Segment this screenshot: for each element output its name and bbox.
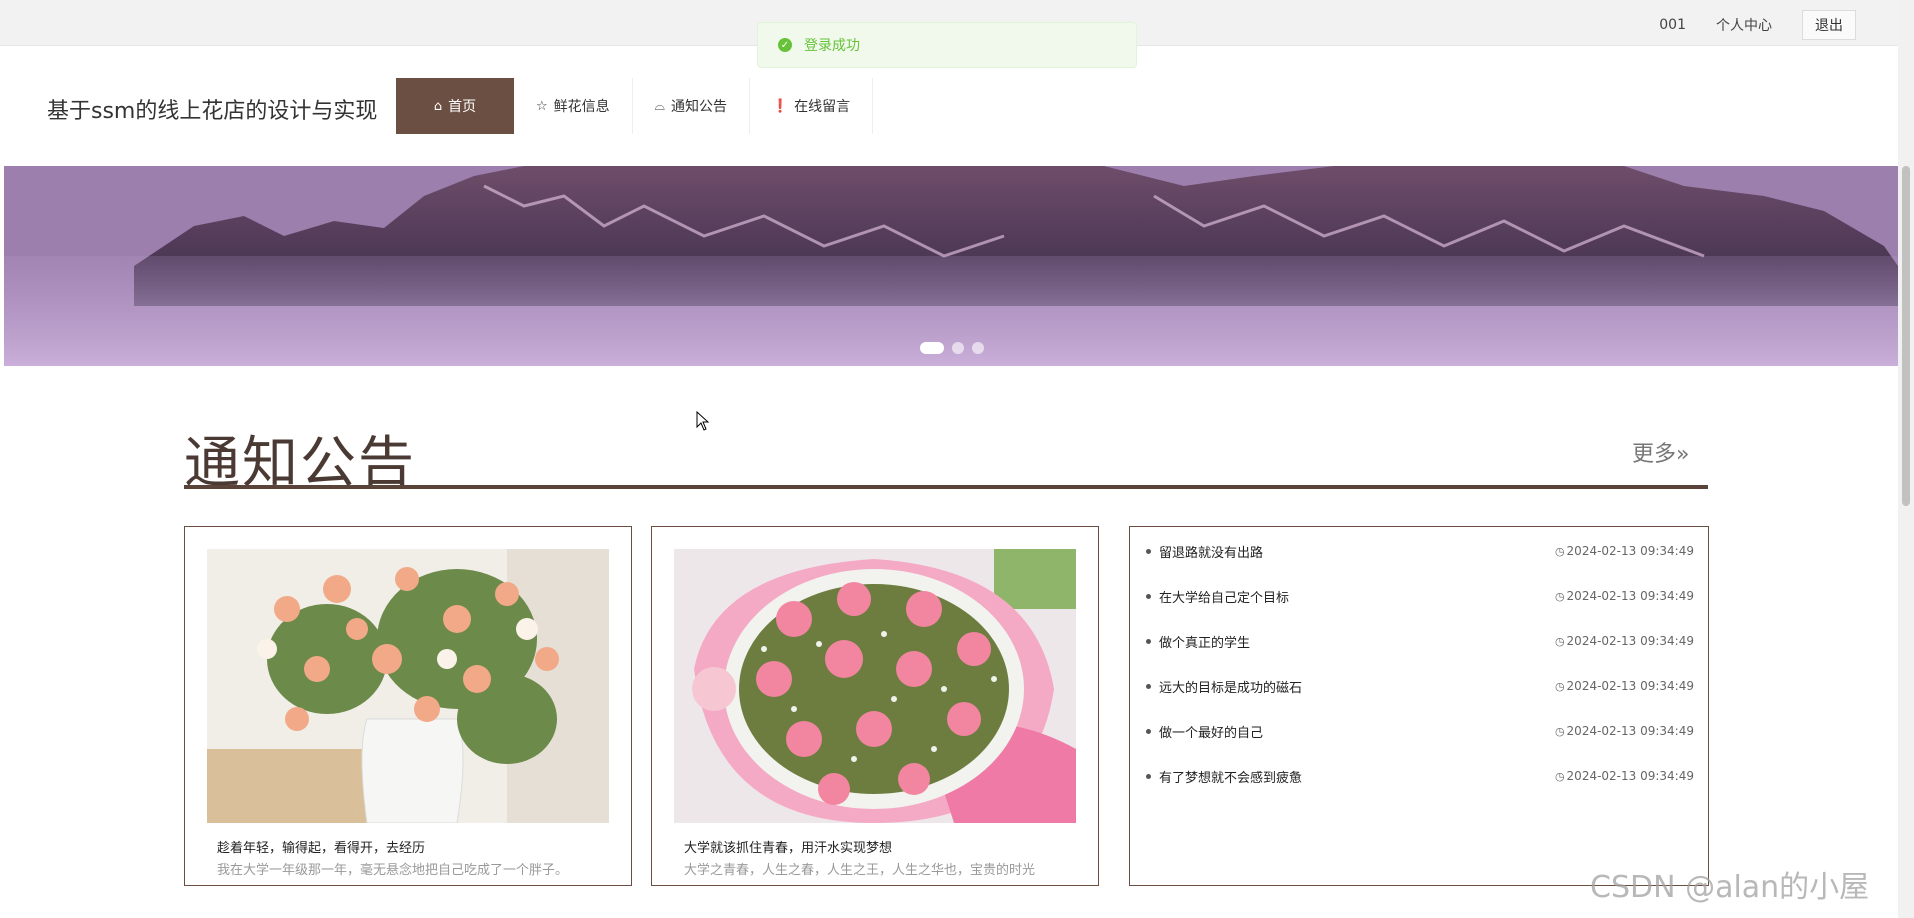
clock-icon: ◷: [1554, 679, 1565, 693]
clock-icon: ◷: [1554, 634, 1565, 648]
clock-icon: ◷: [1554, 544, 1565, 558]
list-item[interactable]: 远大的目标是成功的磁石 ◷ 2024-02-13 09:34:49: [1146, 676, 1694, 696]
mouse-cursor-icon: [696, 411, 710, 431]
list-item[interactable]: 做一个最好的自己 ◷ 2024-02-13 09:34:49: [1146, 721, 1694, 741]
bullet-icon: [1146, 593, 1151, 599]
nav-item-flowers[interactable]: ☆ 鲜花信息: [514, 78, 633, 134]
clock-icon: ◷: [1554, 589, 1565, 603]
list-item[interactable]: 做个真正的学生 ◷ 2024-02-13 09:34:49: [1146, 631, 1694, 651]
carousel-dots: [920, 342, 984, 354]
clock-icon: ◷: [1554, 769, 1565, 783]
nav-item-home[interactable]: ⌂ 首页: [396, 78, 514, 134]
card-image: [674, 549, 1076, 823]
card-title: 趁着年轻，输得起，看得开，去经历: [217, 841, 426, 856]
bullet-icon: [1146, 638, 1151, 644]
notice-card[interactable]: 趁着年轻，输得起，看得开，去经历 我在大学一年级那一年，毫无悬念地把自己吃成了一…: [184, 526, 632, 886]
card-title: 大学就该抓住青春，用汗水实现梦想: [684, 841, 893, 856]
user-id: 001: [1659, 17, 1686, 33]
bullet-icon: [1146, 548, 1151, 554]
check-circle-icon: ✓: [778, 38, 792, 52]
list-item[interactable]: 有了梦想就不会感到疲惫 ◷ 2024-02-13 09:34:49: [1146, 766, 1694, 786]
news-time: 2024-02-13 09:34:49: [1566, 724, 1694, 738]
login-success-toast: ✓ 登录成功: [757, 22, 1137, 68]
logout-button[interactable]: 退出: [1802, 10, 1856, 40]
nav-label: 首页: [448, 99, 477, 115]
notice-card[interactable]: 大学就该抓住青春，用汗水实现梦想 大学之青春，人生之春，人生之王，人生之华也，宝…: [651, 526, 1099, 886]
main-nav: ⌂ 首页 ☆ 鲜花信息 ⌓ 通知公告 ❗ 在线留言: [396, 78, 874, 134]
topbar-user-area: 001 个人中心 退出: [1659, 10, 1856, 40]
toast-message: 登录成功: [804, 38, 860, 54]
more-link[interactable]: 更多»: [1632, 436, 1689, 468]
carousel-dot[interactable]: [920, 342, 944, 354]
bullet-icon: [1146, 728, 1151, 734]
list-item[interactable]: 在大学给自己定个目标 ◷ 2024-02-13 09:34:49: [1146, 586, 1694, 606]
bag-icon: ⌓: [654, 98, 665, 114]
page-scrollbar[interactable]: [1898, 0, 1914, 918]
nav-item-messages[interactable]: ❗ 在线留言: [750, 78, 874, 134]
news-title: 做一个最好的自己: [1159, 725, 1264, 741]
card-image: [207, 549, 609, 823]
news-time: 2024-02-13 09:34:49: [1566, 589, 1694, 603]
watermark: CSDN @alan的小屋: [1590, 870, 1870, 905]
nav-item-notices[interactable]: ⌓ 通知公告: [633, 78, 750, 134]
section-divider: [184, 485, 1708, 489]
nav-label: 鲜花信息: [553, 99, 610, 115]
notice-list: 留退路就没有出路 ◷ 2024-02-13 09:34:49 在大学给自己定个目标…: [1129, 526, 1709, 886]
bullet-icon: [1146, 683, 1151, 689]
news-title: 留退路就没有出路: [1159, 545, 1264, 561]
carousel-dot[interactable]: [972, 342, 984, 354]
home-icon: ⌂: [433, 98, 443, 114]
news-time: 2024-02-13 09:34:49: [1566, 544, 1694, 558]
nav-label: 通知公告: [670, 99, 727, 115]
mountain-illustration: [4, 166, 1898, 366]
news-time: 2024-02-13 09:34:49: [1566, 679, 1694, 693]
nav-label: 在线留言: [794, 99, 851, 115]
bullet-icon: [1146, 773, 1151, 779]
news-time: 2024-02-13 09:34:49: [1566, 634, 1694, 648]
profile-link[interactable]: 个人中心: [1716, 15, 1772, 35]
clock-icon: ◷: [1554, 724, 1565, 738]
scrollbar-thumb[interactable]: [1902, 166, 1910, 506]
news-title: 远大的目标是成功的磁石: [1159, 680, 1303, 696]
news-title: 在大学给自己定个目标: [1159, 590, 1290, 606]
list-item[interactable]: 留退路就没有出路 ◷ 2024-02-13 09:34:49: [1146, 541, 1694, 561]
alert-circle-icon: ❗: [771, 98, 789, 114]
news-time: 2024-02-13 09:34:49: [1566, 769, 1694, 783]
card-desc: 我在大学一年级那一年，毫无悬念地把自己吃成了一个胖子。: [217, 863, 569, 878]
news-title: 做个真正的学生: [1159, 635, 1251, 651]
hero-banner[interactable]: [4, 166, 1898, 366]
site-title: 基于ssm的线上花店的设计与实现: [47, 99, 378, 124]
news-title: 有了梦想就不会感到疲惫: [1159, 770, 1303, 786]
carousel-dot[interactable]: [952, 342, 964, 354]
card-desc: 大学之青春，人生之春，人生之王，人生之华也，宝贵的时光: [684, 863, 1036, 878]
star-icon: ☆: [536, 98, 548, 114]
